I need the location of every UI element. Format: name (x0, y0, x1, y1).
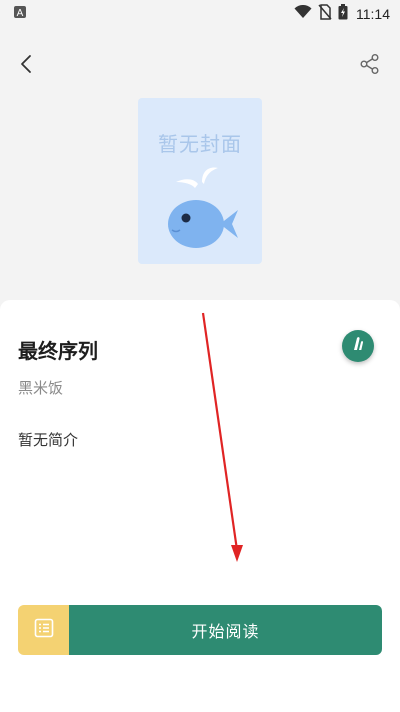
start-reading-button[interactable]: 开始阅读 (69, 605, 382, 655)
fish-icon (164, 166, 240, 260)
bottom-action-bar: 开始阅读 (18, 605, 382, 655)
chevron-left-icon (19, 54, 33, 78)
quill-icon (349, 335, 367, 357)
table-of-contents-button[interactable] (18, 605, 69, 655)
book-author[interactable]: 黑米饭 (18, 377, 63, 398)
book-cover: 暂无封面 (138, 98, 262, 264)
svg-text:A: A (17, 8, 24, 18)
status-time: 11:14 (356, 6, 390, 22)
book-intro: 暂无简介 (18, 431, 79, 449)
tts-floating-button[interactable] (342, 330, 374, 362)
share-button[interactable] (358, 54, 382, 78)
list-icon (34, 618, 54, 642)
wifi-icon (294, 4, 312, 23)
notification-a-icon: A (14, 6, 26, 22)
back-button[interactable] (14, 54, 38, 78)
status-bar: A 11:14 (0, 0, 400, 28)
share-icon (359, 53, 381, 79)
book-title: 最终序列 (18, 339, 98, 363)
cover-placeholder-text: 暂无封面 (158, 132, 242, 156)
no-sim-icon (318, 4, 332, 24)
battery-charging-icon (338, 4, 348, 24)
